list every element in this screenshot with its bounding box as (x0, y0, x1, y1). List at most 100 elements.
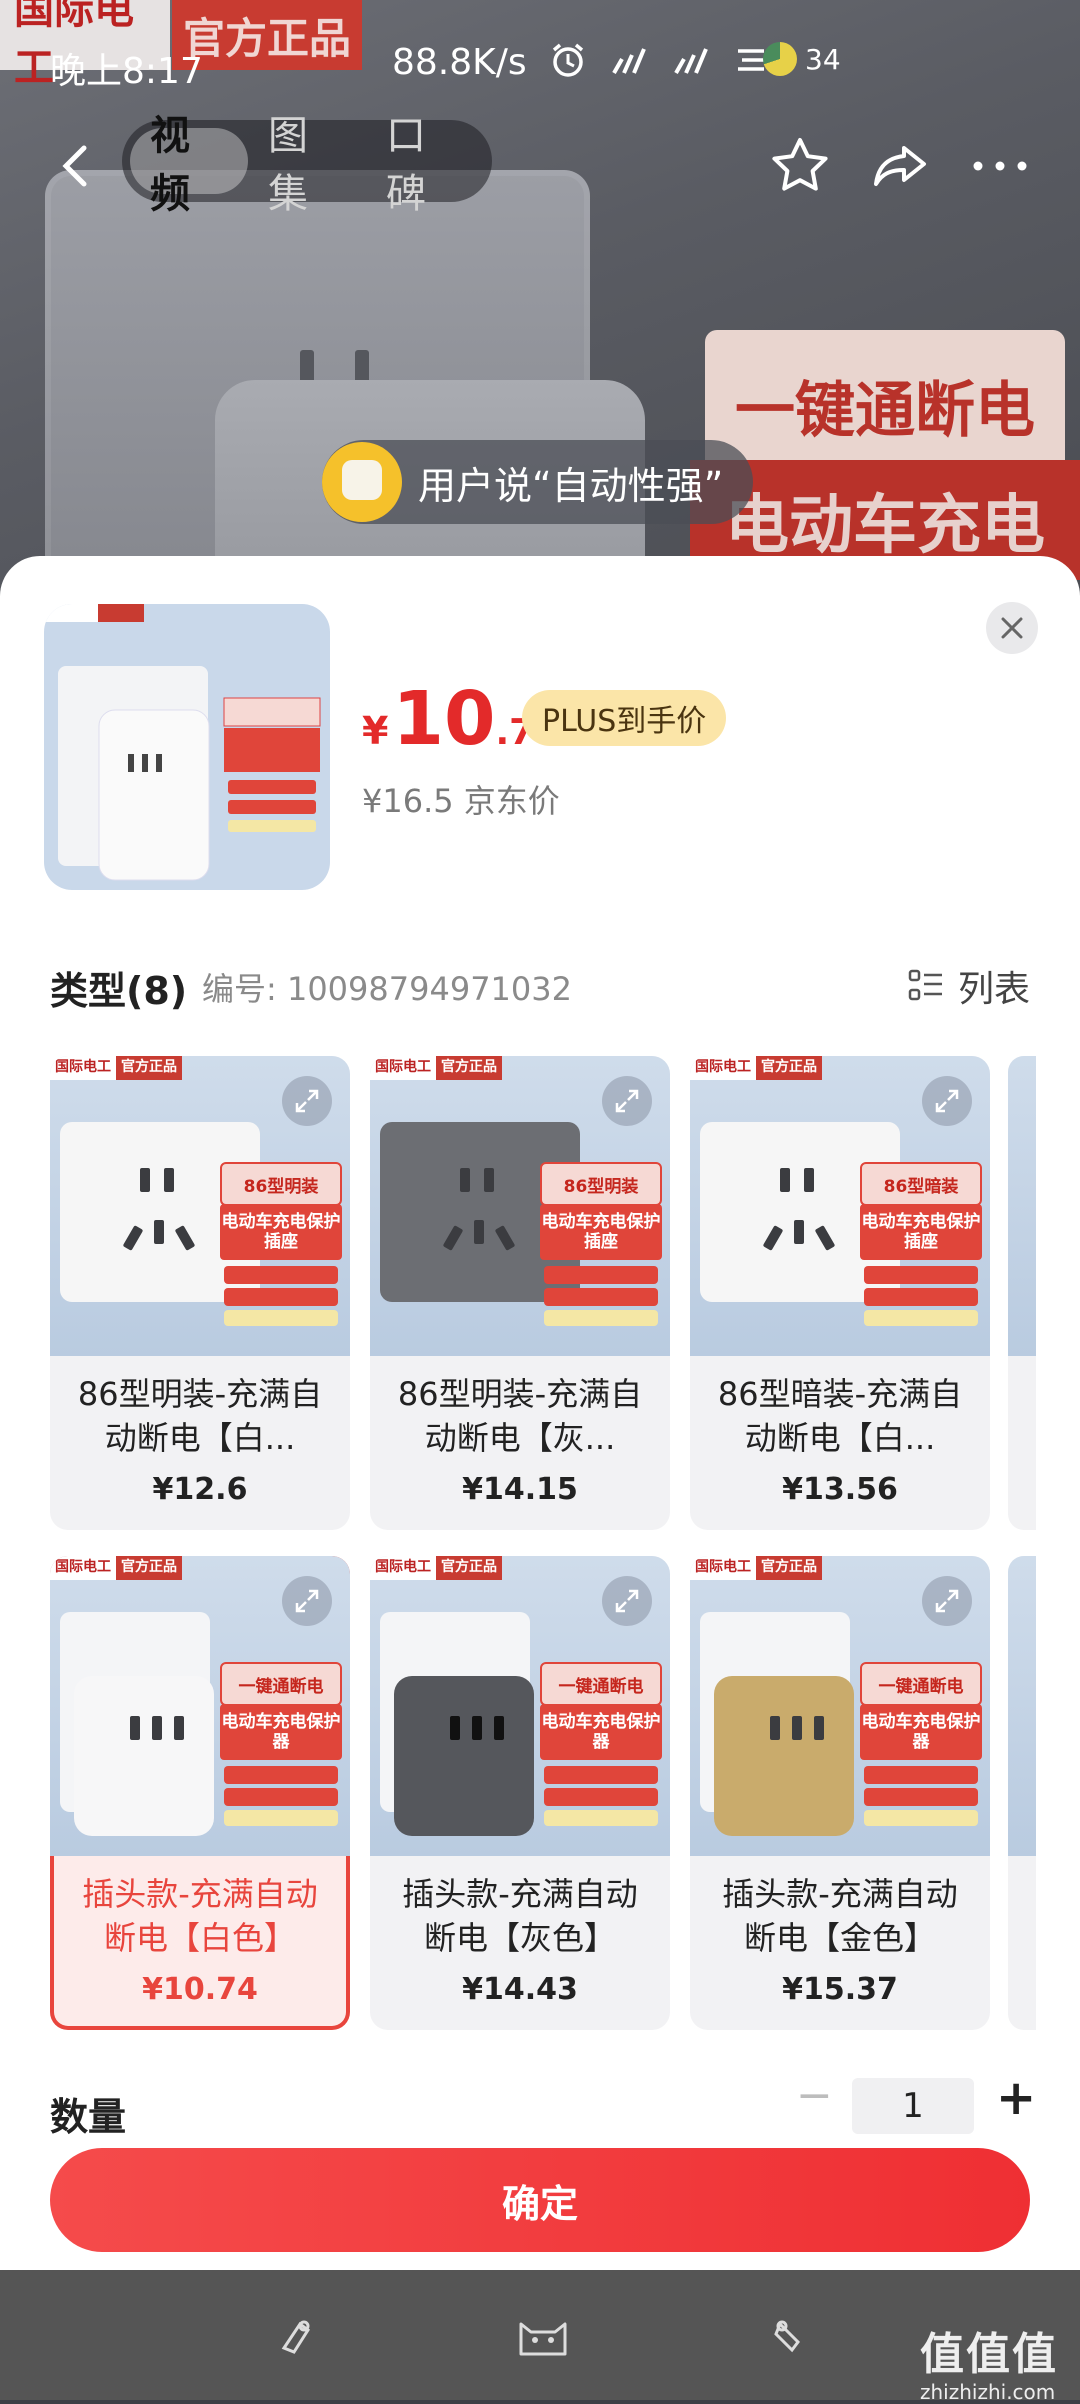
card-tag-red: 电动车充电保护器 (220, 1704, 342, 1760)
list-view-toggle[interactable]: 列表 (908, 960, 1030, 1012)
chevron-left-icon (62, 145, 87, 187)
battery-indicator: 34 (763, 42, 841, 76)
sku-price: ¥12.6 (152, 1472, 248, 1507)
quantity-increase-button[interactable]: + (996, 2070, 1036, 2130)
status-net-speed: 88.8K/s (392, 42, 527, 83)
status-bar: 晚上8:17 88.8K/s 34 (0, 30, 1080, 94)
tab-reviews[interactable]: 口碑 (366, 113, 484, 217)
nav-button-home[interactable] (515, 2314, 567, 2358)
sku-image: 国际电工 官方正品 一键通断电 电动车充电保护器 (50, 1556, 350, 1856)
close-sheet-button[interactable] (986, 602, 1038, 654)
sku-card[interactable]: 国际电工 官方正品 86型明装 电动车充电保护插座 86型明装-充满自动断电【灰.… (370, 1056, 670, 1530)
more-dots-icon (973, 161, 1027, 171)
confirm-button[interactable]: 确定 (50, 2148, 1030, 2252)
product-thumbnail-image (44, 604, 330, 890)
type-title: 类型(8) (50, 969, 188, 1013)
sku-label: 86型明装-充满自动断电【灰... (397, 1375, 643, 1457)
sku-price: ¥14.43 (462, 1972, 578, 2007)
hero-promo-line1: 一键通断电 (705, 330, 1065, 480)
card-brand: 国际电工 官方正品 (690, 1556, 822, 1580)
selected-product-thumbnail[interactable] (44, 604, 330, 890)
card-tag: 86型明装 (540, 1162, 662, 1206)
expand-icon (295, 1589, 319, 1613)
site-watermark: 值值值 zhizhizhi.com (920, 2318, 1058, 2404)
signal-icon (674, 48, 708, 74)
nav-button-1[interactable] (270, 2314, 320, 2358)
sku-image: 国际电工 官方正品 86型明装 电动车充电保护插座 (370, 1056, 670, 1356)
media-tabs: 视频 图集 口碑 (122, 113, 492, 217)
card-brand: 国际电工 官方正品 (50, 1556, 182, 1580)
quantity-decrease-button[interactable]: − (796, 2070, 833, 2130)
card-tag-red: 电动车充电保护器 (540, 1704, 662, 1760)
card-brand: 国际电工 官方正品 (50, 1056, 182, 1080)
sku-label: 86型明装-充满自动断电【白... (77, 1375, 323, 1457)
expand-image-button[interactable] (922, 1576, 972, 1626)
sku-price: ¥15.37 (782, 1972, 898, 2007)
plug-device (74, 1676, 214, 1836)
list-icon (908, 969, 942, 1001)
sku-label: 插头款-充满自动断电【白色】 (82, 1875, 318, 1957)
battery-level: 34 (805, 42, 841, 76)
back-button[interactable] (48, 138, 104, 194)
card-tag: 一键通断电 (220, 1662, 342, 1706)
sku-image: 国际电工 官方正品 86型明装 电动车充电保护插座 (50, 1056, 350, 1356)
sku-price: ¥14.15 (462, 1472, 578, 1507)
expand-icon (615, 1089, 639, 1113)
close-icon (1001, 617, 1023, 639)
sku-card-peek[interactable] (1008, 1056, 1036, 1530)
plus-price-tag: PLUS到手价 (522, 690, 727, 746)
review-text: 用户说“自动性强” (418, 463, 724, 508)
favorite-button[interactable] (768, 134, 832, 198)
sku-card[interactable]: 国际电工 官方正品 86型明装 电动车充电保护插座 86型明装-充满自动断电【白.… (50, 1056, 350, 1530)
expand-image-button[interactable] (602, 1576, 652, 1626)
list-toggle-label: 列表 (957, 969, 1030, 1010)
sku-card-peek[interactable] (1008, 1556, 1036, 2030)
card-tag: 一键通断电 (860, 1662, 982, 1706)
bottom-nav-bar (0, 2270, 1080, 2400)
card-tag: 86型明装 (220, 1162, 342, 1206)
sku-card[interactable]: 国际电工 官方正品 一键通断电 电动车充电保护器 插头款-充满自动断电【金色】 ¥… (690, 1556, 990, 2030)
sku-card-selected[interactable]: 国际电工 官方正品 一键通断电 电动车充电保护器 插头款-充满自动断电【白色】 ¥… (50, 1556, 350, 2030)
battery-icon (763, 42, 797, 76)
expand-image-button[interactable] (602, 1076, 652, 1126)
sku-card[interactable]: 国际电工 官方正品 一键通断电 电动车充电保护器 插头款-充满自动断电【灰色】 ¥… (370, 1556, 670, 2030)
alarm-icon (552, 43, 584, 77)
card-tag-red: 电动车充电保护插座 (540, 1204, 662, 1260)
product-code: 编号: 10098794971032 (202, 970, 572, 1008)
plug-device (394, 1676, 534, 1836)
share-icon (874, 146, 926, 186)
card-brand: 国际电工 官方正品 (370, 1056, 502, 1080)
card-tag-red: 电动车充电保护器 (860, 1704, 982, 1760)
watermark-url: zhizhizhi.com (920, 2380, 1056, 2404)
smiley-icon (322, 442, 402, 522)
expand-image-button[interactable] (282, 1576, 332, 1626)
sku-card[interactable]: 国际电工 官方正品 86型暗装 电动车充电保护插座 86型暗装-充满自动断电【白.… (690, 1056, 990, 1530)
more-button[interactable] (968, 134, 1032, 198)
price-integer: 10 (392, 676, 496, 762)
nav-button-3[interactable] (766, 2314, 816, 2358)
quantity-label: 数量 (50, 2095, 127, 2139)
expand-image-button[interactable] (922, 1076, 972, 1126)
sku-image: 国际电工 官方正品 一键通断电 电动车充电保护器 (690, 1556, 990, 1856)
sku-selection-sheet: ¥ 10 .74 PLUS到手价 ¥16.5 京东价 类型(8) 编号: 100… (0, 556, 1080, 2270)
sku-image: 国际电工 官方正品 86型暗装 电动车充电保护插座 (690, 1056, 990, 1356)
card-tag: 86型暗装 (860, 1162, 982, 1206)
status-time: 晚上8:17 (50, 51, 203, 92)
sku-label: 86型暗装-充满自动断电【白... (717, 1375, 963, 1457)
expand-image-button[interactable] (282, 1076, 332, 1126)
user-review-chip[interactable]: 用户说“自动性强” (322, 440, 754, 524)
plug-device (714, 1676, 854, 1836)
tab-gallery[interactable]: 图集 (248, 113, 366, 217)
type-header: 类型(8) 编号: 10098794971032 列表 (50, 960, 1030, 1020)
star-icon (772, 138, 828, 191)
quantity-input[interactable]: 1 (852, 2078, 974, 2134)
share-button[interactable] (868, 134, 932, 198)
card-brand: 国际电工 官方正品 (370, 1556, 502, 1580)
card-tag: 一键通断电 (540, 1662, 662, 1706)
watermark-text: 值值值 (920, 2329, 1058, 2380)
sku-image: 国际电工 官方正品 一键通断电 电动车充电保护器 (370, 1556, 670, 1856)
status-icons (548, 40, 768, 80)
tab-video[interactable]: 视频 (130, 113, 248, 217)
card-brand: 国际电工 官方正品 (690, 1056, 822, 1080)
signal-icon (612, 48, 646, 74)
